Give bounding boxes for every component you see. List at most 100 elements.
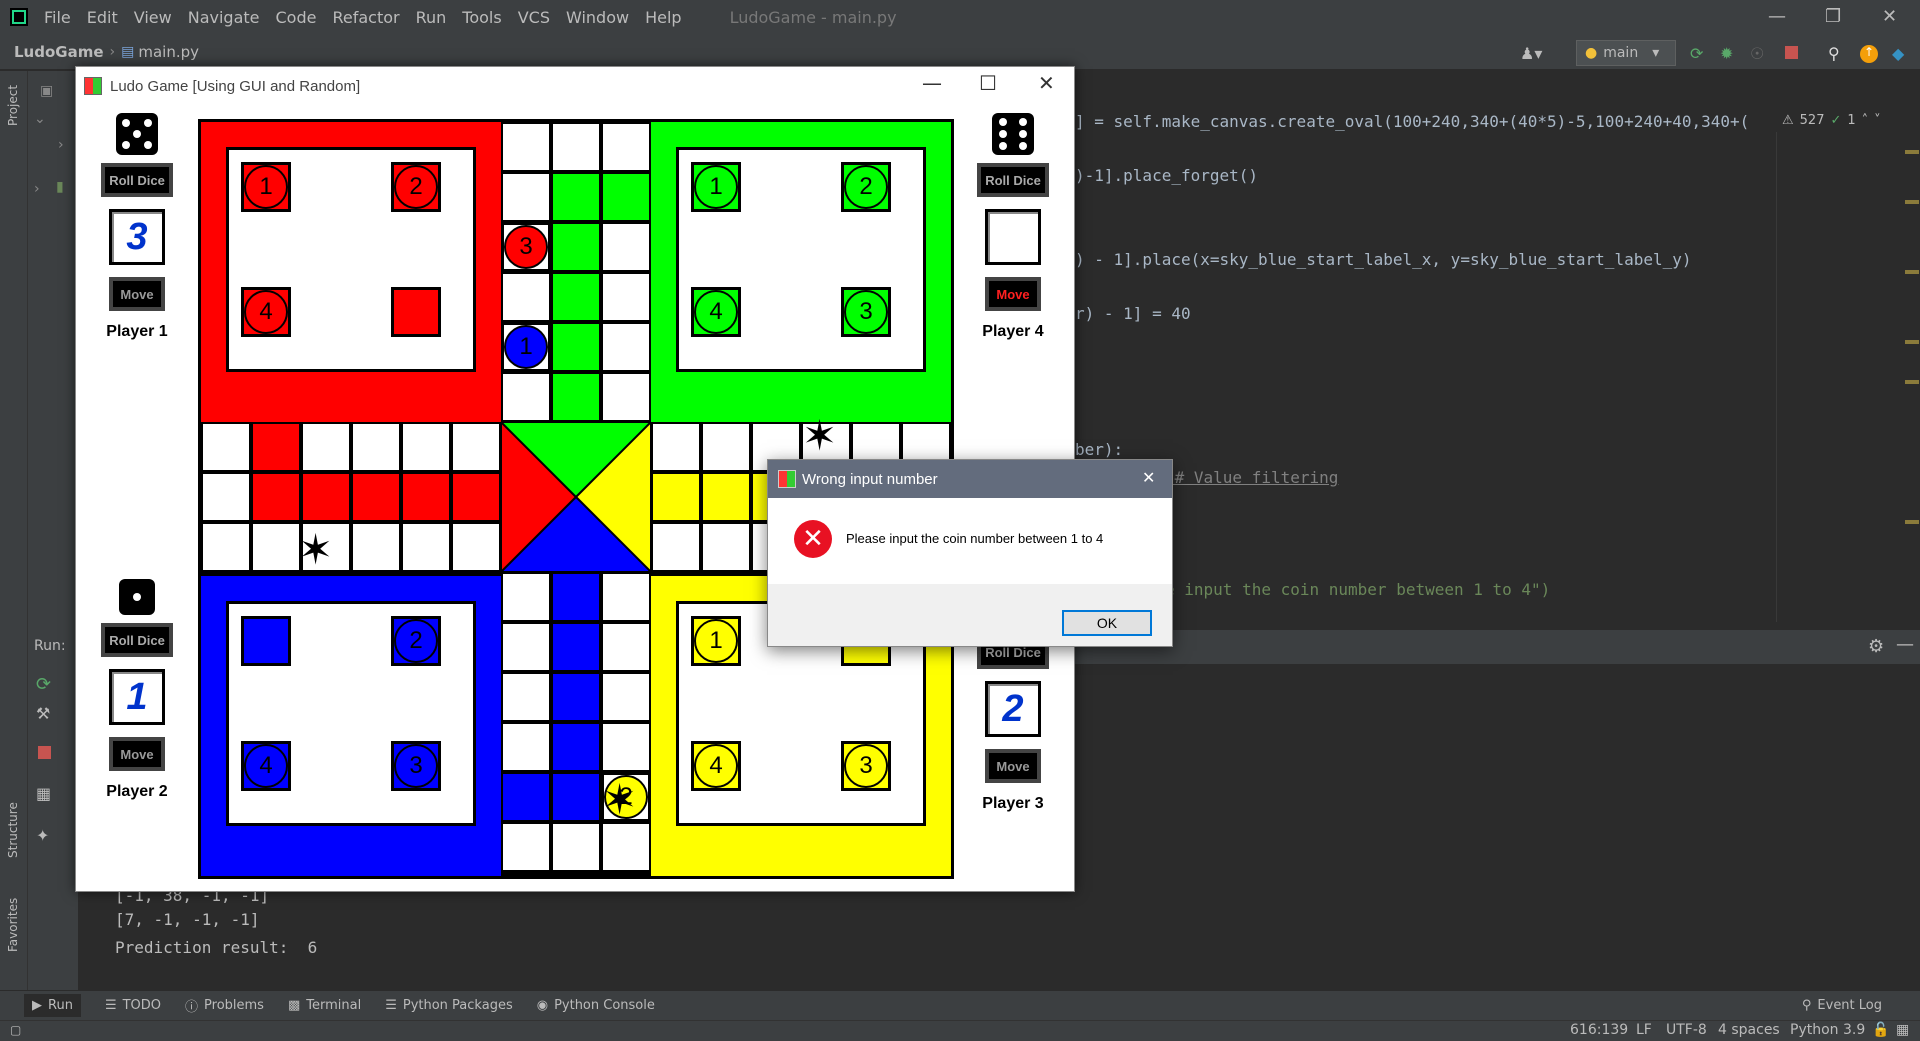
green-coin[interactable]: 3 (841, 287, 891, 337)
player-1-coin-input[interactable]: 3 (109, 209, 165, 265)
coverage-icon[interactable]: ☉ (1750, 44, 1764, 63)
maximize-icon[interactable]: ☐ (979, 71, 997, 95)
menu-help[interactable]: Help (645, 8, 681, 27)
track-cell (602, 123, 650, 171)
green-coin[interactable]: 2 (841, 162, 891, 212)
indent-setting[interactable]: 4 spaces (1718, 1022, 1780, 1038)
menu-tools[interactable]: Tools (462, 8, 501, 27)
green-coin[interactable]: 4 (691, 287, 741, 337)
tool-python-console[interactable]: ◉ Python Console (537, 998, 655, 1013)
track-cell (602, 573, 650, 621)
player-4-move-button[interactable]: Move (985, 277, 1041, 311)
menu-vcs[interactable]: VCS (518, 8, 550, 27)
chevron-down-icon[interactable]: ˅ (1874, 113, 1881, 128)
menu-run[interactable]: Run (416, 8, 447, 27)
close-icon[interactable]: ✕ (1142, 468, 1155, 488)
chevron-right-icon[interactable]: › (58, 137, 64, 153)
player-1-roll-button[interactable]: Roll Dice (101, 163, 173, 197)
breadcrumb-project[interactable]: LudoGame (14, 43, 104, 61)
file-encoding[interactable]: UTF-8 (1666, 1022, 1707, 1038)
tool-event-log[interactable]: ⚲ Event Log (1802, 998, 1882, 1013)
player-2-move-button[interactable]: Move (109, 737, 165, 771)
player-3-move-button[interactable]: Move (985, 749, 1041, 783)
blue-track-coin[interactable]: 1 (501, 322, 551, 372)
menu-view[interactable]: View (134, 8, 172, 27)
chevron-up-icon[interactable]: ˄ (1862, 113, 1869, 128)
rerun-icon[interactable]: ⟳ (36, 674, 51, 695)
red-coin[interactable]: 2 (391, 162, 441, 212)
tool-todo[interactable]: ☰ TODO (105, 998, 161, 1013)
pin-icon[interactable]: ✦ (36, 826, 49, 845)
yellow-coin[interactable]: 1 (691, 616, 741, 666)
close-icon[interactable]: ✕ (1882, 6, 1897, 27)
tool-run[interactable]: ▶ Run (24, 994, 81, 1017)
safe-star-icon: ✶ (298, 525, 334, 574)
menu-navigate[interactable]: Navigate (188, 8, 260, 27)
run-config-selector[interactable]: ● main ▾ (1576, 40, 1676, 66)
plugin-icon[interactable]: ◆ (1892, 44, 1904, 63)
menu-window[interactable]: Window (566, 8, 629, 27)
code-editor[interactable]: ] = self.make_canvas.create_oval(100+240… (1075, 100, 1905, 620)
menu-refactor[interactable]: Refactor (332, 8, 399, 27)
yellow-coin[interactable]: 3 (841, 741, 891, 791)
chevron-right-icon[interactable]: › (34, 181, 40, 197)
green-coin[interactable]: 1 (691, 162, 741, 212)
layout-icon[interactable]: ▦ (36, 784, 51, 803)
blue-coin-label: 2 (394, 619, 438, 663)
cursor-position[interactable]: 616:139 (1570, 1022, 1628, 1038)
tool-terminal[interactable]: ▩ Terminal (288, 998, 361, 1013)
player-2-coin-input[interactable]: 1 (109, 669, 165, 725)
breadcrumb-file[interactable]: main.py (138, 43, 199, 61)
user-icon[interactable]: ♟▾ (1520, 44, 1542, 63)
favorites-tab[interactable]: Favorites (6, 898, 20, 952)
expand-icon[interactable]: ⌄ (34, 111, 46, 127)
wrench-icon[interactable]: ⚒ (36, 704, 50, 723)
code-line-2: )-1].place_forget() (1075, 166, 1259, 185)
rerun-icon[interactable]: ⟳ (1690, 44, 1703, 63)
green-coin-label: 3 (844, 290, 888, 334)
structure-tab[interactable]: Structure (6, 802, 20, 858)
red-coin[interactable]: 4 (241, 287, 291, 337)
close-icon[interactable]: ✕ (1038, 71, 1055, 95)
menu-edit[interactable]: Edit (87, 8, 118, 27)
gutter-marker (1905, 380, 1919, 384)
stop-icon[interactable] (1785, 46, 1798, 59)
menu-code[interactable]: Code (276, 8, 317, 27)
ok-button[interactable]: OK (1062, 610, 1152, 636)
inspection-widget[interactable]: ⚠ 527 ✓ 1 ˄ ˅ (1782, 113, 1881, 128)
red-coin[interactable]: 1 (241, 162, 291, 212)
player-3-coin-input[interactable]: 2 (985, 681, 1041, 737)
memory-icon[interactable]: ▦ (1896, 1022, 1909, 1038)
blue-coin[interactable]: 4 (241, 741, 291, 791)
track-cell (502, 373, 550, 421)
stop-icon[interactable] (38, 746, 51, 759)
restore-icon[interactable]: ❐ (1825, 6, 1841, 27)
project-panel: ▣ ⌄ › › ▮ (28, 71, 80, 631)
track-cell (552, 723, 600, 771)
minimize-icon[interactable]: — (922, 71, 942, 95)
info-icon: ⓘ (185, 1000, 199, 1015)
player-1-move-button[interactable]: Move (109, 277, 165, 311)
red-track-coin[interactable]: 3 (501, 222, 551, 272)
blue-coin[interactable]: 2 (391, 616, 441, 666)
player-2-roll-button[interactable]: Roll Dice (101, 623, 173, 657)
gear-icon[interactable]: ⚙ (1868, 636, 1884, 657)
player-4-roll-button[interactable]: Roll Dice (977, 163, 1049, 197)
menu-file[interactable]: File (44, 8, 71, 27)
yellow-coin[interactable]: 4 (691, 741, 741, 791)
minimize-icon[interactable]: — (1768, 6, 1786, 27)
line-separator[interactable]: LF (1636, 1022, 1652, 1038)
tool-problems[interactable]: ⓘ Problems (185, 996, 264, 1015)
python-interpreter[interactable]: Python 3.9 (1790, 1022, 1865, 1038)
lock-icon[interactable]: 🔓 (1872, 1022, 1889, 1038)
debug-icon[interactable]: ✹ (1720, 44, 1733, 63)
tool-python-packages[interactable]: ☰ Python Packages (385, 998, 513, 1013)
blue-coin[interactable]: 3 (391, 741, 441, 791)
search-icon[interactable]: ⚲ (1828, 44, 1840, 63)
track-cell (452, 523, 500, 571)
panel-toggle-icon[interactable]: ▢ (10, 1023, 21, 1037)
hide-icon[interactable]: — (1896, 634, 1914, 655)
update-icon[interactable]: ↑ (1860, 45, 1878, 63)
player-4-coin-input[interactable] (985, 209, 1041, 265)
project-tab[interactable]: Project (6, 85, 20, 126)
